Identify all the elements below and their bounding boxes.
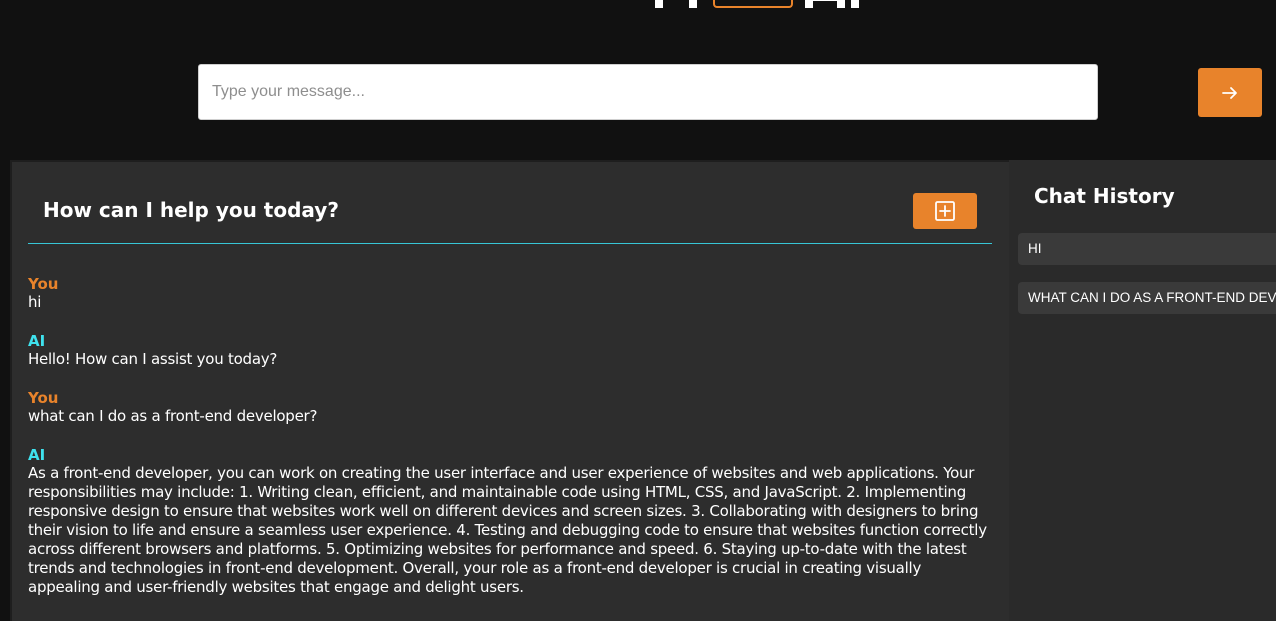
- history-item[interactable]: WHAT CAN I DO AS A FRONT-END DEVELOPER?: [1018, 282, 1276, 314]
- chat-history-panel: Chat History HI WHAT CAN I DO AS A FRONT…: [1009, 160, 1276, 621]
- message-ai: AI As a front-end developer, you can wor…: [28, 446, 996, 597]
- logo: [655, 0, 865, 8]
- logo-box: [713, 0, 793, 8]
- send-button[interactable]: [1198, 68, 1262, 117]
- message-user: You what can I do as a front-end develop…: [28, 389, 996, 426]
- message-text: Hello! How can I assist you today?: [28, 350, 278, 368]
- history-title: Chat History: [1034, 184, 1175, 208]
- chat-divider: [28, 243, 992, 244]
- logo-bar: [655, 0, 663, 8]
- history-item[interactable]: HI: [1018, 233, 1276, 265]
- chat-title: How can I help you today?: [43, 198, 339, 222]
- plus-square-icon: [935, 201, 955, 221]
- arrow-right-icon: [1222, 86, 1237, 99]
- message-list: You hi AI Hello! How can I assist you to…: [28, 275, 996, 617]
- message-text: hi: [28, 293, 42, 311]
- message-user: You hi: [28, 275, 996, 312]
- sender-label: AI: [28, 446, 46, 464]
- chat-app: How can I help you today? You hi AI Hell…: [0, 0, 1276, 621]
- logo-letter: [805, 0, 859, 8]
- sender-label: You: [28, 389, 59, 407]
- message-input[interactable]: [198, 64, 1098, 120]
- message-ai: AI Hello! How can I assist you today?: [28, 332, 996, 369]
- message-text: As a front-end developer, you can work o…: [28, 464, 987, 596]
- logo-bar: [689, 0, 697, 8]
- sender-label: AI: [28, 332, 46, 350]
- sender-label: You: [28, 275, 59, 293]
- new-chat-button[interactable]: [913, 193, 977, 229]
- message-text: what can I do as a front-end developer?: [28, 407, 318, 425]
- chat-panel: How can I help you today? You hi AI Hell…: [10, 160, 1009, 621]
